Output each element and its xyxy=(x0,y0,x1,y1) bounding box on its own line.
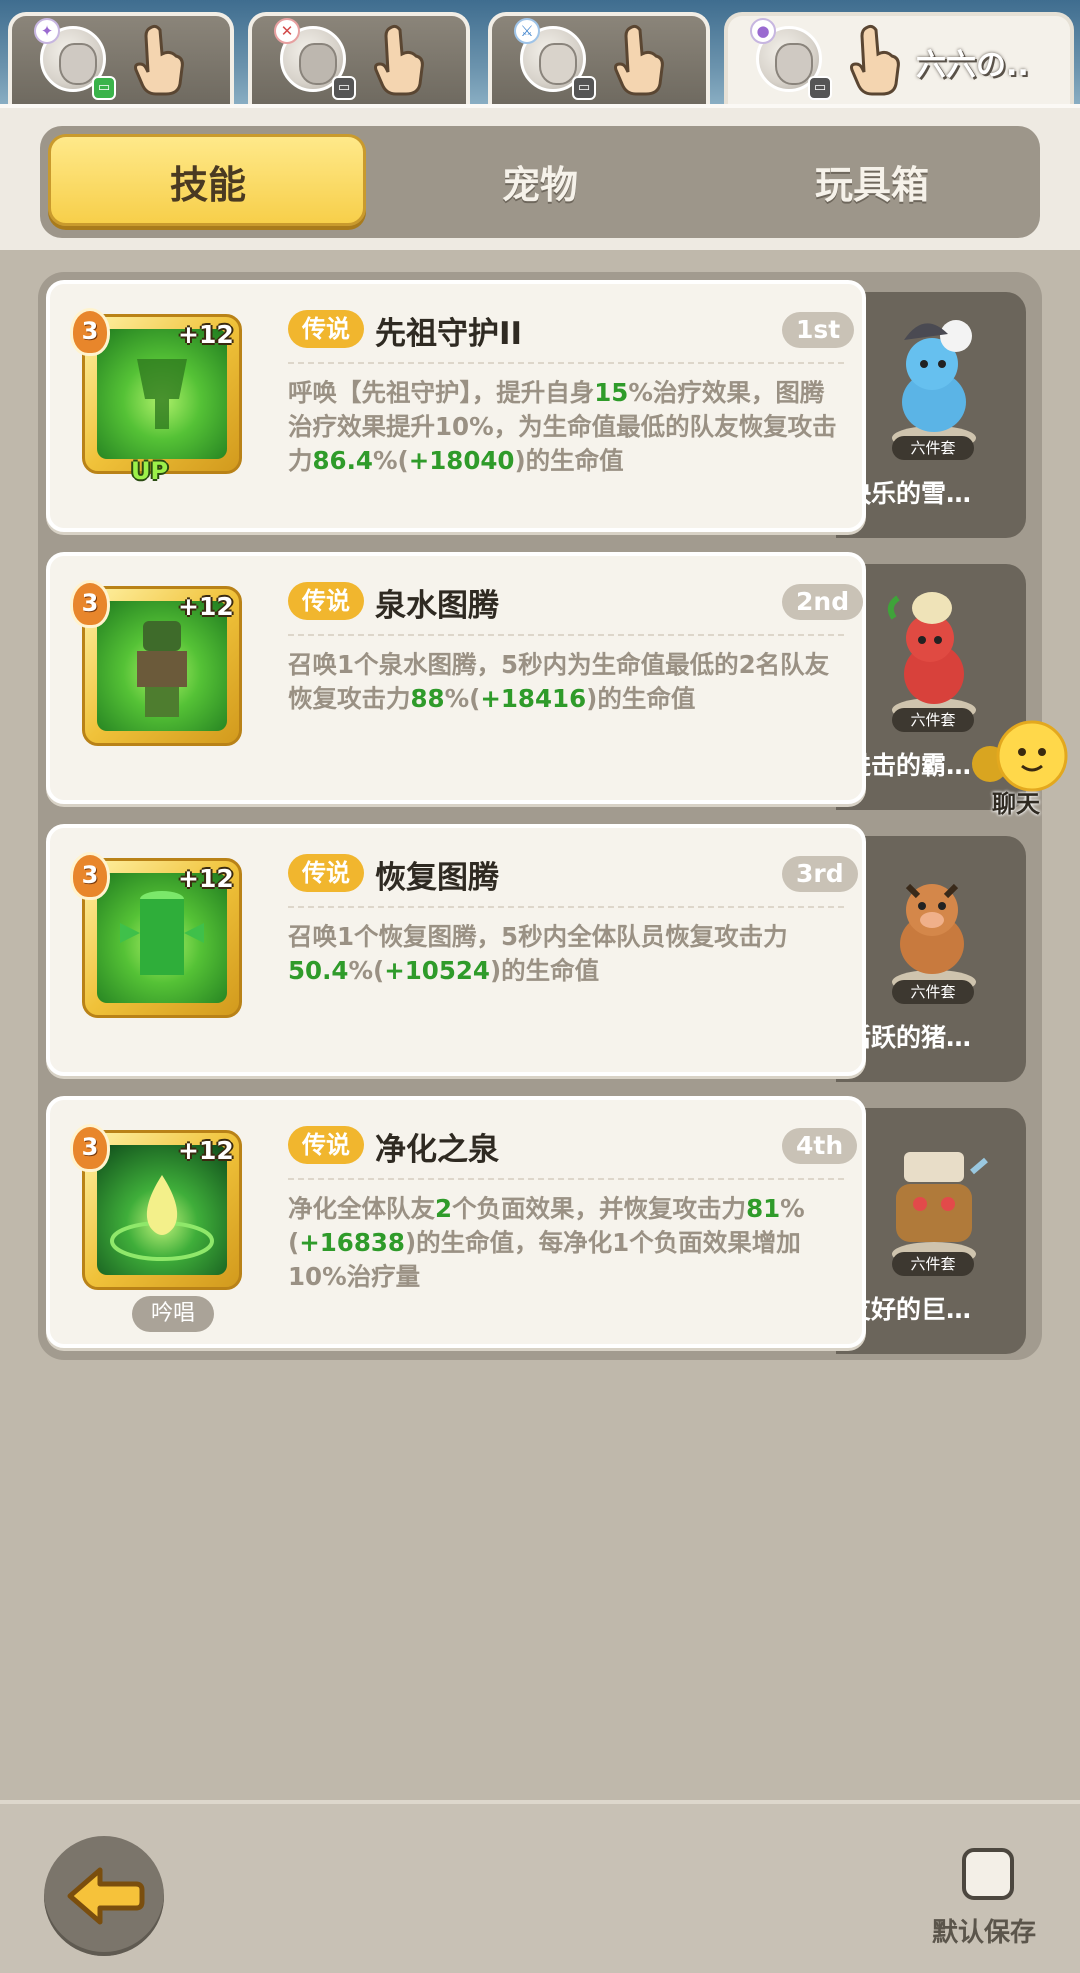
character-tab-2[interactable]: ✕ ▭ xyxy=(248,12,470,104)
skill-name: 净化之泉 xyxy=(375,1132,499,1168)
order-badge: 3rd xyxy=(782,856,858,892)
skill-card-2[interactable]: 六件套 进击的霸… 3 +12 传说 泉水图腾 2nd 召唤1个泉水图腾，5秒内… xyxy=(46,552,1036,810)
screen-status-icon: ▭ xyxy=(332,76,356,100)
skill-card-4[interactable]: 六件套 友好的巨… 3 +12 吟唱 传说 净化之泉 4th 净化全体队友2个负… xyxy=(46,1096,1036,1354)
tap-hand-icon xyxy=(850,24,900,96)
set-label: 六件套 xyxy=(892,436,974,460)
order-badge: 4th xyxy=(782,1128,858,1164)
rarity-badge: 传说 xyxy=(288,854,364,892)
orb-badge-icon: ● xyxy=(750,18,776,44)
description-text: )的生命值 xyxy=(514,446,624,475)
highlight-value: 50.4 xyxy=(288,956,349,985)
tap-hand-icon xyxy=(134,24,184,96)
skill-description: 召唤1个泉水图腾，5秒内为生命值最低的2名队友恢复攻击力88%(+18416)的… xyxy=(288,648,848,716)
tab-pets[interactable]: 宠物 xyxy=(390,154,690,209)
skill-description: 呼唤【先祖守护】，提升自身15%治疗效果，图腾治疗效果提升10%，为生命值最低的… xyxy=(288,376,848,478)
plus-level: +12 xyxy=(178,864,234,893)
character-tab-4[interactable]: ● ▭ 六六の.. xyxy=(724,12,1074,104)
screen-status-icon: ▭ xyxy=(808,76,832,100)
divider xyxy=(288,1178,844,1180)
default-save-checkbox[interactable] xyxy=(962,1848,1014,1900)
plus-level: +12 xyxy=(178,592,234,621)
tab-skills[interactable]: 技能 xyxy=(58,154,358,209)
level-badge: 3 xyxy=(70,308,110,356)
skill-card-body: 3 +12 传说 泉水图腾 2nd 召唤1个泉水图腾，5秒内为生命值最低的2名队… xyxy=(46,552,866,804)
skill-card-body: 3 +12 传说 恢复图腾 3rd 召唤1个恢复图腾，5秒内全体队员恢复攻击力 5… xyxy=(46,824,866,1076)
order-badge: 2nd xyxy=(782,584,864,620)
highlight-value: +10524 xyxy=(384,956,490,985)
plus-level: +12 xyxy=(178,1136,234,1165)
tap-hand-icon xyxy=(614,24,664,96)
highlight-value: +18040 xyxy=(408,446,515,475)
rarity-badge: 传说 xyxy=(288,1126,364,1164)
back-arrow-icon xyxy=(67,1867,145,1925)
tab-toy-box[interactable]: 玩具箱 xyxy=(722,154,1022,209)
skill-list: 六件套 快乐的雪… UP 3 +12 传说 先祖守护II 1st 呼唤【先祖守护… xyxy=(38,272,1042,1360)
chant-tag: 吟唱 xyxy=(132,1296,214,1332)
description-text: %( xyxy=(372,446,409,475)
description-text: )的生命值 xyxy=(586,684,696,713)
description-text: 呼唤【先祖守护】，提升自身 xyxy=(288,378,595,407)
sword-badge-icon: ⚔ xyxy=(514,18,540,44)
skill-name: 先祖守护II xyxy=(375,316,523,352)
set-label: 六件套 xyxy=(892,708,974,732)
skill-card-1[interactable]: 六件套 快乐的雪… UP 3 +12 传说 先祖守护II 1st 呼唤【先祖守护… xyxy=(46,280,1036,538)
highlight-value: 15 xyxy=(594,378,629,407)
character-tab-1[interactable]: ✦ ▭ xyxy=(8,12,234,104)
set-label: 六件套 xyxy=(892,1252,974,1276)
category-header: 技能 宠物 玩具箱 xyxy=(0,104,1080,250)
highlight-value: 88 xyxy=(410,684,445,713)
description-text: %( xyxy=(444,684,481,713)
plus-level: +12 xyxy=(178,320,234,349)
default-save-label: 默认保存 xyxy=(932,1918,1037,1948)
x-badge-icon: ✕ xyxy=(274,18,300,44)
skill-name: 泉水图腾 xyxy=(375,588,499,624)
pet-name: 快乐的雪… xyxy=(846,479,972,508)
description-text: 召唤1个恢复图腾，5秒内全体队员恢复攻击力 xyxy=(288,922,788,951)
level-badge: 3 xyxy=(70,1124,110,1172)
screen-status-icon: ▭ xyxy=(572,76,596,100)
skill-description: 召唤1个恢复图腾，5秒内全体队员恢复攻击力 50.4%(+10524)的生命值 xyxy=(288,920,848,988)
pet-figure-snowman xyxy=(892,320,976,450)
back-button[interactable] xyxy=(44,1836,164,1956)
set-label: 六件套 xyxy=(892,980,974,1004)
pet-name: 活跃的猪… xyxy=(846,1023,972,1052)
rarity-badge: 传说 xyxy=(288,582,364,620)
divider xyxy=(288,906,844,908)
chat-label: 聊天 xyxy=(992,790,1040,818)
description-text: 个负面效果，并恢复攻击力 xyxy=(452,1194,747,1223)
highlight-value: +16838 xyxy=(299,1228,405,1257)
wing-badge-icon: ✦ xyxy=(34,18,60,44)
tap-hand-icon xyxy=(374,24,424,96)
highlight-value: +18416 xyxy=(480,684,587,713)
description-text: %( xyxy=(348,956,385,985)
pet-figure-dino xyxy=(887,592,976,722)
screen-status-icon: ▭ xyxy=(92,76,116,100)
divider xyxy=(288,362,844,364)
divider xyxy=(288,634,844,636)
highlight-value: 86.4 xyxy=(312,446,373,475)
skill-card-3[interactable]: 六件套 活跃的猪… 3 +12 传说 恢复图腾 3rd 召唤1个恢复图腾，5秒内… xyxy=(46,824,1036,1082)
pet-figure-giant xyxy=(892,1152,988,1266)
skill-card-body: UP 3 +12 传说 先祖守护II 1st 呼唤【先祖守护】，提升自身15%治… xyxy=(46,280,866,532)
order-badge: 1st xyxy=(782,312,855,348)
skill-description: 净化全体队友2个负面效果，并恢复攻击力81%(+16838)的生命值，每净化1个… xyxy=(288,1192,848,1294)
level-badge: 3 xyxy=(70,852,110,900)
skill-name: 恢复图腾 xyxy=(375,860,499,896)
upgrade-tag: UP xyxy=(131,457,169,485)
character-name: 六六の.. xyxy=(916,48,1029,83)
category-segmented-control: 技能 宠物 玩具箱 xyxy=(40,126,1040,238)
description-text: )的生命值 xyxy=(489,956,600,985)
highlight-value: 81 xyxy=(746,1194,781,1223)
description-text: 净化全体队友 xyxy=(288,1194,435,1223)
pet-name: 友好的巨… xyxy=(846,1295,972,1324)
pet-figure-boar xyxy=(892,883,976,994)
character-tab-strip: ✦ ▭ ✕ ▭ ⚔ ▭ ● ▭ 六六の.. xyxy=(0,0,1080,112)
skill-card-body: 3 +12 吟唱 传说 净化之泉 4th 净化全体队友2个负面效果，并恢复攻击力… xyxy=(46,1096,866,1348)
highlight-value: 2 xyxy=(435,1194,453,1223)
bottom-bar: 默认保存 xyxy=(0,1800,1080,1973)
rarity-badge: 传说 xyxy=(288,310,364,348)
level-badge: 3 xyxy=(70,580,110,628)
character-tab-3[interactable]: ⚔ ▭ xyxy=(488,12,710,104)
